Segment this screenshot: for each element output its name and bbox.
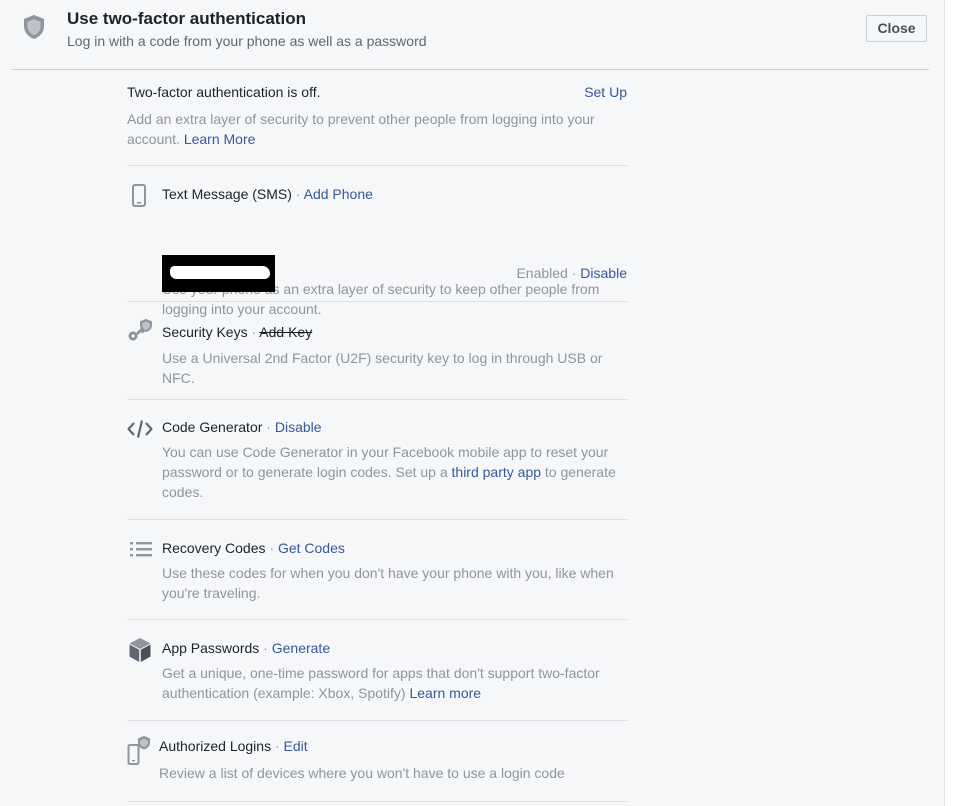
security-keys-title: Security Keys: [162, 324, 248, 340]
app-passwords-description: Get a unique, one-time password for apps…: [162, 663, 627, 703]
status-text: Two-factor authentication is off.: [127, 84, 321, 100]
separator: ·: [271, 738, 284, 754]
recovery-codes-title-row: Recovery Codes · Get Codes: [162, 540, 345, 556]
cube-icon: [129, 638, 151, 662]
list-icon: [130, 542, 152, 557]
separator: ·: [247, 324, 260, 340]
divider: [127, 720, 627, 721]
page-subtitle: Log in with a code from your phone as we…: [67, 33, 427, 49]
status-row: Two-factor authentication is off. Set Up: [127, 84, 627, 104]
app-passwords-learn-more-link[interactable]: Learn more: [409, 685, 481, 701]
add-key-link[interactable]: Add Key: [259, 324, 312, 340]
divider: [127, 801, 627, 802]
divider: [127, 301, 627, 302]
security-keys-description: Use a Universal 2nd Factor (U2F) securit…: [162, 350, 603, 386]
sms-disable-link[interactable]: Disable: [580, 265, 627, 281]
divider: [127, 619, 627, 620]
security-keys-title-row: Security Keys · Add Key: [162, 324, 312, 340]
code-generator-title-row: Code Generator · Disable: [162, 419, 322, 435]
sms-title-row: Text Message (SMS) · Add Phone: [162, 186, 373, 202]
setup-link[interactable]: Set Up: [584, 84, 627, 100]
edit-link[interactable]: Edit: [284, 738, 308, 754]
sms-status-row: Enabled · Disable: [516, 265, 627, 281]
learn-more-link[interactable]: Learn More: [184, 131, 256, 147]
sms-title: Text Message (SMS): [162, 186, 292, 202]
authorized-logins-title: Authorized Logins: [159, 738, 272, 754]
redacted-phone-number: [162, 255, 275, 292]
app-passwords-title: App Passwords: [162, 640, 260, 656]
phone-icon: [132, 184, 146, 207]
divider: [127, 399, 627, 400]
code-generator-disable-link[interactable]: Disable: [275, 419, 322, 435]
two-factor-panel: Use two-factor authentication Log in wit…: [0, 0, 945, 806]
header-divider: [12, 69, 929, 70]
status-description: Add an extra layer of security to preven…: [127, 109, 627, 149]
device-shield-icon: [127, 736, 150, 765]
divider: [127, 165, 627, 166]
app-passwords-desc-text: Get a unique, one-time password for apps…: [162, 665, 600, 701]
separator: ·: [265, 540, 278, 556]
authorized-logins-description: Review a list of devices where you won't…: [159, 765, 565, 781]
recovery-codes-description: Use these codes for when you don't have …: [162, 565, 614, 601]
close-button[interactable]: Close: [866, 15, 927, 42]
generate-link[interactable]: Generate: [272, 640, 330, 656]
get-codes-link[interactable]: Get Codes: [278, 540, 345, 556]
separator: ·: [567, 265, 581, 281]
code-generator-title: Code Generator: [162, 419, 263, 435]
separator: ·: [262, 419, 275, 435]
enabled-label: Enabled: [516, 265, 568, 281]
separator: ·: [291, 186, 304, 202]
authorized-logins-title-row: Authorized Logins · Edit: [159, 738, 308, 754]
panel-header: Use two-factor authentication Log in wit…: [0, 0, 944, 70]
page-title: Use two-factor authentication: [67, 9, 306, 28]
add-phone-link[interactable]: Add Phone: [304, 186, 373, 202]
divider: [127, 519, 627, 520]
code-icon: [127, 420, 153, 438]
separator: ·: [259, 640, 272, 656]
key-icon: [128, 319, 152, 341]
third-party-app-link[interactable]: third party app: [452, 464, 542, 480]
recovery-codes-title: Recovery Codes: [162, 540, 266, 556]
app-passwords-title-row: App Passwords · Generate: [162, 640, 330, 656]
shield-icon: [24, 15, 44, 39]
code-generator-description: You can use Code Generator in your Faceb…: [162, 442, 627, 502]
